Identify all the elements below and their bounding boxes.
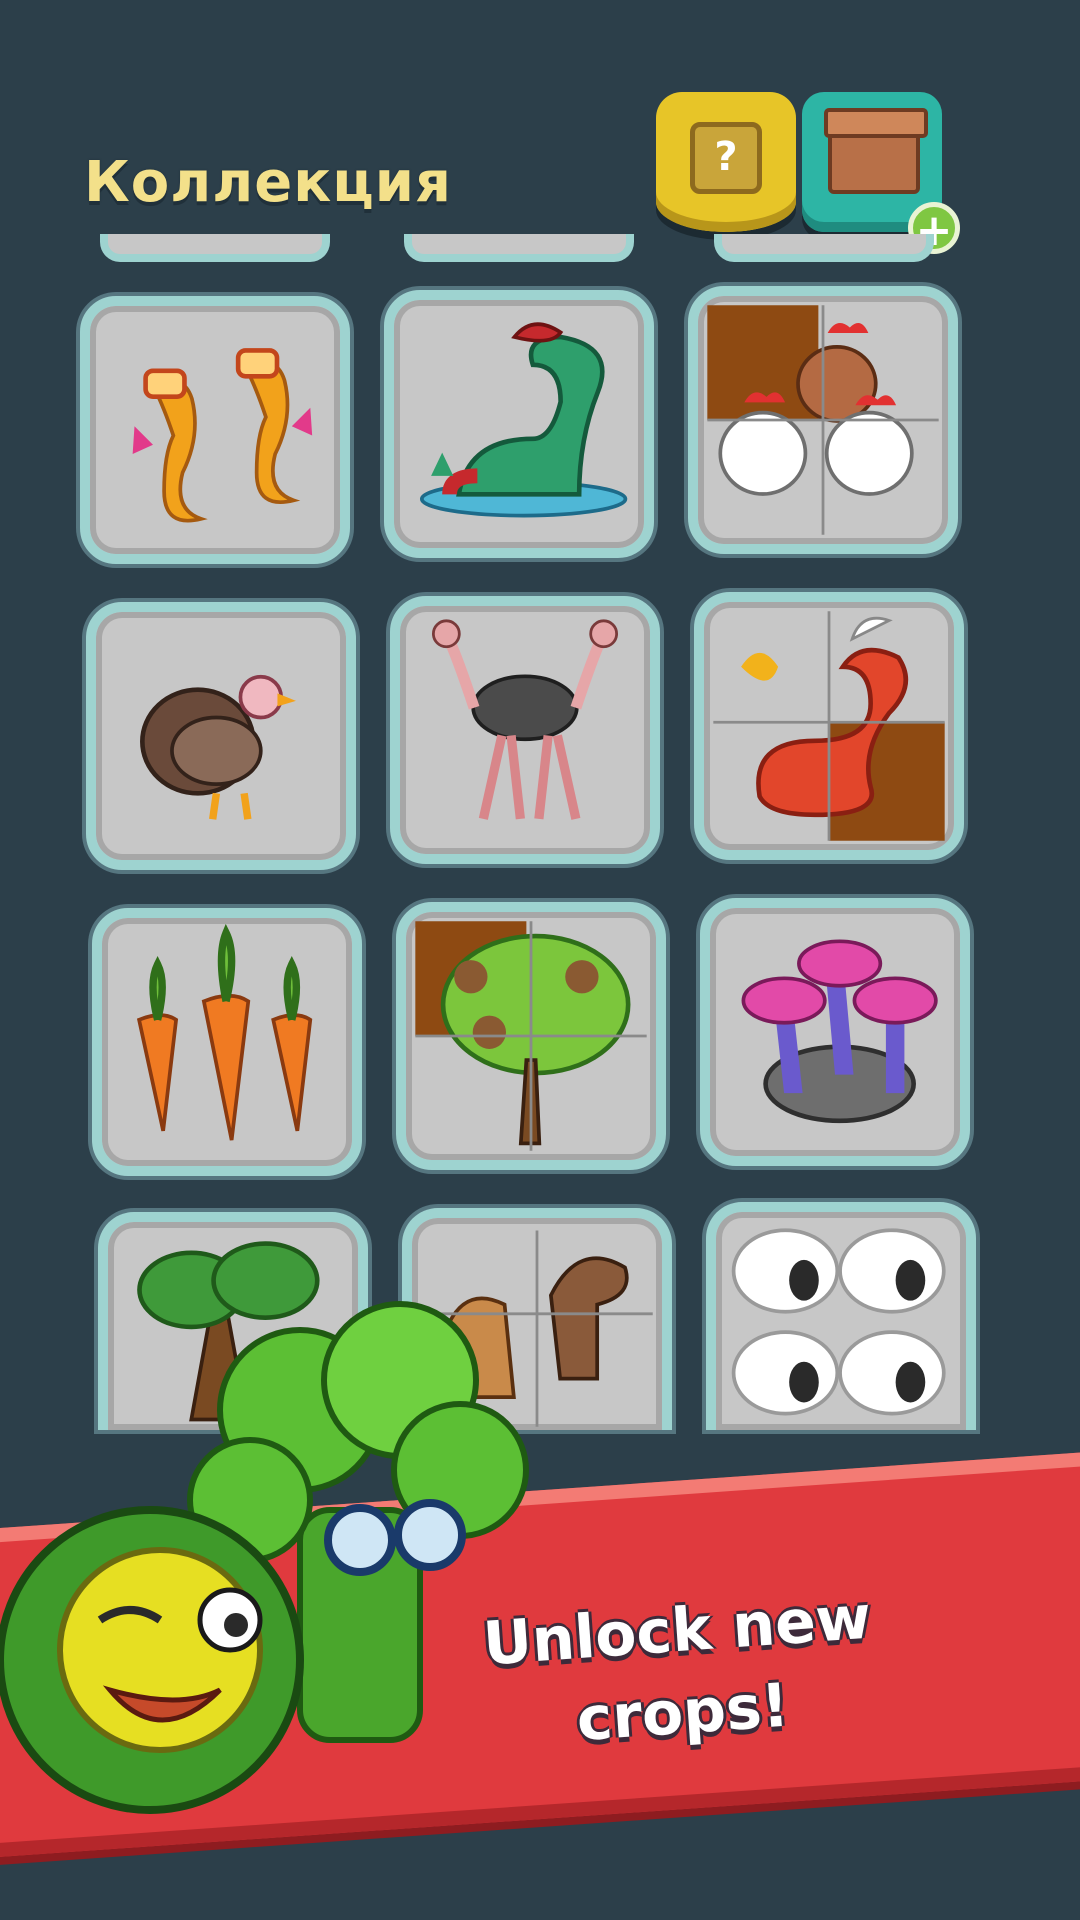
carrot-icon [136, 923, 313, 1141]
card-seahorses[interactable] [80, 296, 350, 564]
card-turkey[interactable] [86, 602, 356, 870]
sea-monster-icon [419, 322, 628, 518]
card-tree[interactable] [396, 902, 666, 1170]
ostrich-icon [432, 619, 618, 820]
help-button[interactable]: ? [656, 92, 796, 232]
card-carrots[interactable] [92, 908, 362, 1176]
dragon-icon [713, 611, 945, 841]
tree-icon [415, 921, 647, 1151]
collection-card-partial[interactable] [404, 234, 634, 262]
cabbage-mascot-icon [0, 1506, 304, 1814]
promo-text: Unlock new crops! [480, 1582, 874, 1756]
page-title: Коллекция [84, 150, 452, 215]
sheep-icon [731, 1228, 946, 1416]
get-box-button[interactable]: + [802, 92, 960, 255]
card-mushrooms[interactable] [700, 898, 970, 1166]
turkey-icon [140, 674, 296, 820]
card-chickens[interactable] [688, 286, 958, 554]
collection-card-partial[interactable] [714, 234, 934, 262]
seahorse-icon [132, 348, 313, 523]
collection-card-partial[interactable] [100, 234, 330, 262]
card-sheep[interactable] [706, 1202, 976, 1430]
card-dragon[interactable] [694, 592, 964, 860]
card-sea-monster[interactable] [384, 290, 654, 558]
crate-icon [824, 108, 928, 194]
question-icon: ? [690, 122, 762, 194]
card-ostriches[interactable] [390, 596, 660, 864]
mushroom-icon [741, 939, 938, 1124]
chicken-icon [707, 305, 939, 535]
